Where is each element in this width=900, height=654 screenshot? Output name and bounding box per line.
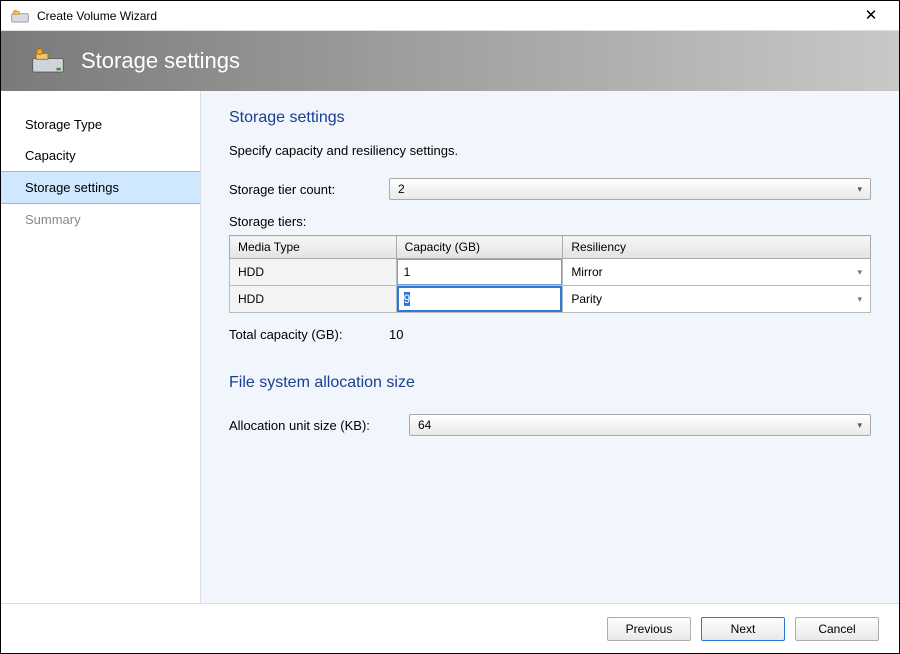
total-capacity-row: Total capacity (GB): 10 <box>229 327 871 342</box>
previous-button[interactable]: Previous <box>607 617 691 641</box>
sidebar-item-storage-type[interactable]: Storage Type <box>1 109 200 140</box>
table-row: HDD Parity ▾ <box>230 286 871 313</box>
wizard-body: Storage Type Capacity Storage settings S… <box>1 91 899 603</box>
chevron-down-icon: ▾ <box>857 184 862 195</box>
cell-capacity <box>396 259 563 286</box>
banner-title: Storage settings <box>81 48 240 74</box>
capacity-input-0[interactable] <box>397 259 563 285</box>
storage-tiers-table: Media Type Capacity (GB) Resiliency HDD … <box>229 235 871 313</box>
tier-count-label: Storage tier count: <box>229 182 389 197</box>
table-row: HDD Mirror ▾ <box>230 259 871 286</box>
cell-media-type: HDD <box>230 286 397 313</box>
header-media-type[interactable]: Media Type <box>230 236 397 259</box>
sidebar-item-storage-settings[interactable]: Storage settings <box>1 171 200 204</box>
header-resiliency[interactable]: Resiliency <box>563 236 871 259</box>
storage-icon <box>31 48 65 74</box>
main-panel: Storage settings Specify capacity and re… <box>201 91 899 603</box>
chevron-down-icon: ▾ <box>857 420 862 431</box>
allocation-value: 64 <box>418 418 431 432</box>
banner: Storage settings <box>1 31 899 91</box>
app-icon <box>11 9 29 23</box>
header-capacity[interactable]: Capacity (GB) <box>396 236 563 259</box>
tiers-label: Storage tiers: <box>229 214 871 229</box>
chevron-down-icon: ▾ <box>857 294 862 305</box>
allocation-row: Allocation unit size (KB): 64 ▾ <box>229 414 871 436</box>
cell-resiliency: Mirror ▾ <box>563 259 871 286</box>
close-icon[interactable]: ✕ <box>851 2 891 30</box>
chevron-down-icon: ▾ <box>857 267 862 278</box>
next-button[interactable]: Next <box>701 617 785 641</box>
tier-count-row: Storage tier count: 2 ▾ <box>229 178 871 200</box>
sidebar-item-summary[interactable]: Summary <box>1 204 200 235</box>
cell-capacity <box>396 286 563 313</box>
section-heading: Storage settings <box>229 109 871 127</box>
capacity-input-1[interactable] <box>397 286 563 312</box>
total-capacity-label: Total capacity (GB): <box>229 327 389 342</box>
total-capacity-value: 10 <box>389 327 403 342</box>
fs-section-heading: File system allocation size <box>229 374 871 392</box>
tier-count-value: 2 <box>398 182 405 196</box>
allocation-dropdown[interactable]: 64 ▾ <box>409 414 871 436</box>
cancel-button[interactable]: Cancel <box>795 617 879 641</box>
table-header-row: Media Type Capacity (GB) Resiliency <box>230 236 871 259</box>
titlebar: Create Volume Wizard ✕ <box>1 1 899 31</box>
section-description: Specify capacity and resiliency settings… <box>229 143 871 158</box>
resiliency-dropdown-1[interactable]: Parity ▾ <box>563 286 870 312</box>
footer: Previous Next Cancel <box>1 603 899 653</box>
tier-count-dropdown[interactable]: 2 ▾ <box>389 178 871 200</box>
allocation-label: Allocation unit size (KB): <box>229 418 409 433</box>
sidebar: Storage Type Capacity Storage settings S… <box>1 91 201 603</box>
sidebar-item-capacity[interactable]: Capacity <box>1 140 200 171</box>
cell-media-type: HDD <box>230 259 397 286</box>
window-title: Create Volume Wizard <box>37 9 851 23</box>
resiliency-dropdown-0[interactable]: Mirror ▾ <box>563 259 870 285</box>
cell-resiliency: Parity ▾ <box>563 286 871 313</box>
